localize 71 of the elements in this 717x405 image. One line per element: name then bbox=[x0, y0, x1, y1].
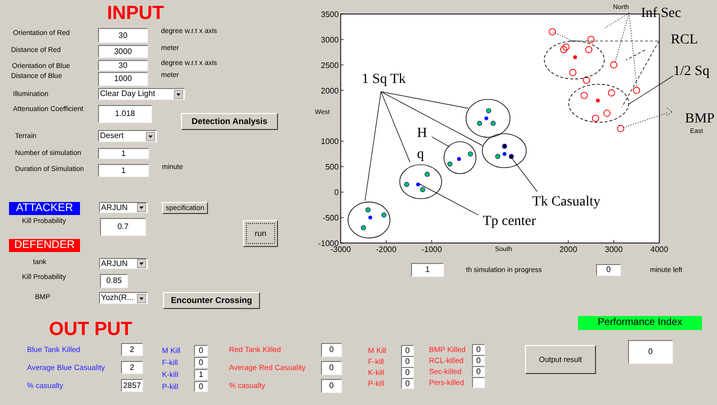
tick-label: 2500 bbox=[320, 60, 339, 70]
input-field[interactable]: 0 bbox=[321, 379, 342, 393]
input-field[interactable]: 0 bbox=[194, 381, 208, 392]
caret-icon bbox=[146, 132, 155, 140]
input-field[interactable]: 0 bbox=[321, 361, 342, 375]
input-field[interactable]: 0 bbox=[401, 356, 414, 367]
input-field[interactable]: 0 bbox=[321, 343, 342, 357]
tick-label: 0 bbox=[334, 188, 339, 198]
tick-label: -1000 bbox=[422, 245, 442, 254]
dropdown[interactable]: Clear Day Light bbox=[98, 88, 185, 100]
caret-icon bbox=[137, 203, 146, 212]
caret-icon bbox=[137, 294, 146, 302]
tick-label: 3000 bbox=[320, 35, 339, 44]
callout-label: RCL bbox=[670, 32, 698, 48]
dropdown[interactable]: ARJUN bbox=[99, 202, 148, 213]
tick-label: 2000 bbox=[559, 245, 578, 254]
input-field[interactable]: 30 bbox=[98, 28, 148, 43]
output-heading: OUT PUT bbox=[49, 319, 132, 340]
input-field[interactable]: 0 bbox=[472, 355, 485, 366]
tick-label: 1000 bbox=[320, 137, 339, 146]
tick-label: 4000 bbox=[650, 245, 668, 254]
attacker-label: ATTACKER bbox=[9, 202, 80, 215]
input-field[interactable]: 0 bbox=[194, 345, 208, 356]
input-field[interactable]: 0 bbox=[472, 344, 485, 355]
dropdown[interactable]: Desert bbox=[98, 130, 157, 142]
input-field[interactable]: 1 bbox=[98, 148, 149, 159]
input-field[interactable]: 30 bbox=[98, 60, 148, 71]
callout-label: 1 Sq Tk bbox=[362, 72, 406, 87]
input-field[interactable]: 0 bbox=[401, 345, 414, 356]
callout-label: 1/2 Sq bbox=[673, 64, 710, 79]
caret-icon bbox=[174, 90, 183, 98]
defender-label: DEFENDER bbox=[9, 239, 80, 252]
performance-index-label: Performance Index bbox=[578, 316, 702, 330]
callout-label: q bbox=[417, 147, 424, 162]
tick-label: -1000 bbox=[318, 239, 339, 248]
dropdown[interactable]: Yozh(R... bbox=[99, 292, 148, 304]
caret-icon bbox=[137, 259, 146, 268]
dropdown[interactable]: ARJUN bbox=[99, 258, 148, 269]
input-field[interactable]: 1 bbox=[194, 369, 208, 380]
input-field[interactable]: 2857 bbox=[121, 379, 143, 392]
input-field[interactable]: 1 bbox=[98, 164, 149, 177]
input-field[interactable]: 0.85 bbox=[100, 274, 128, 288]
input-field[interactable] bbox=[472, 377, 485, 388]
tick-label: -3000 bbox=[330, 245, 351, 254]
detection-analysis-button[interactable]: Detection Analysis bbox=[181, 113, 278, 130]
callout-label: BMP bbox=[685, 112, 715, 127]
callout-label: Tp center bbox=[482, 214, 536, 229]
input-field[interactable]: 1000 bbox=[98, 72, 148, 86]
input-field[interactable]: 0 bbox=[472, 366, 485, 377]
input-field[interactable]: 0 bbox=[596, 264, 621, 276]
callout-label: H bbox=[417, 126, 428, 141]
input-field[interactable]: 1.018 bbox=[98, 105, 152, 123]
input-field[interactable]: 0 bbox=[628, 340, 673, 364]
tick-label: -500 bbox=[322, 214, 339, 223]
tick-label: 2000 bbox=[320, 86, 339, 96]
tick-label: 3000 bbox=[604, 245, 623, 254]
input-field[interactable]: 0 bbox=[401, 367, 414, 378]
tick-label: -2000 bbox=[376, 245, 396, 254]
encounter-crossing-button[interactable]: Encounter Crossing bbox=[163, 292, 260, 309]
input-field[interactable]: 3000 bbox=[98, 45, 148, 58]
input-field[interactable]: 0 bbox=[401, 378, 414, 389]
callout-label: Tk Casualty bbox=[532, 194, 600, 210]
tick-label: 3500 bbox=[320, 10, 339, 19]
tick-label: 500 bbox=[325, 162, 339, 172]
input-field[interactable]: 2 bbox=[121, 343, 143, 356]
input-field[interactable]: 0.7 bbox=[100, 218, 146, 236]
input-field[interactable]: 0 bbox=[194, 357, 208, 368]
run-button[interactable]: run bbox=[243, 220, 278, 247]
input-field[interactable]: 2 bbox=[121, 361, 143, 374]
input-field[interactable]: 1 bbox=[411, 263, 444, 277]
input-heading: INPUT bbox=[107, 3, 164, 24]
